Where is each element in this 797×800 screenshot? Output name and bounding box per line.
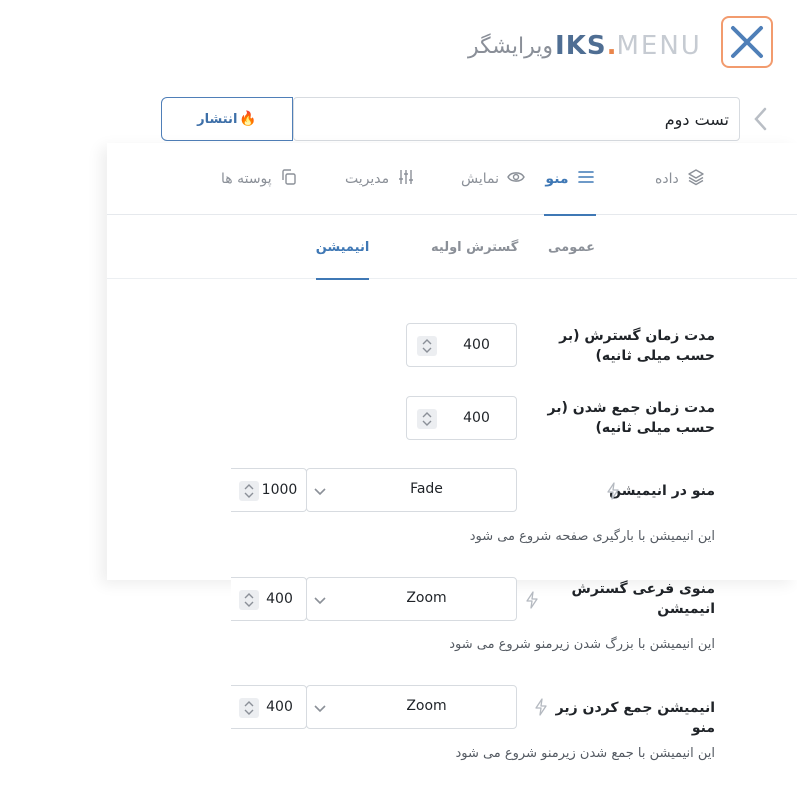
tab-label: داده <box>655 171 679 187</box>
submenu-collapse-duration-value: 400 <box>266 699 293 715</box>
collapse-duration-input[interactable]: 400 <box>406 396 517 440</box>
submenu-expand-help: این انیمیشن با بزرگ شدن زیرمنو شروع می ش… <box>449 637 715 652</box>
bolt-icon <box>605 482 621 500</box>
tab-label: منو <box>545 171 569 187</box>
submenu-collapse-duration[interactable]: 400 <box>231 685 307 729</box>
spinner-icon[interactable] <box>239 590 259 610</box>
publish-button[interactable]: 🔥 انتشار <box>161 97 293 141</box>
submenu-expand-duration[interactable]: 400 <box>231 577 307 621</box>
brand-iks: IKS <box>555 31 607 61</box>
chevron-down-icon <box>313 592 327 611</box>
submenu-expand-duration-value: 400 <box>266 591 293 607</box>
tab-label: نمایش <box>461 171 500 187</box>
submenu-expand-label: منوی فرعی گسترش انیمیشن <box>571 581 715 617</box>
fire-icon: 🔥 <box>239 111 257 127</box>
menu-animation-help: این انیمیشن با بارگیری صفحه شروع می شود <box>469 529 715 544</box>
submenu-collapse-label: انیمیشن جمع کردن زیر منو <box>555 700 715 736</box>
eye-icon <box>507 168 525 190</box>
main-tabs: داده منو نمایش مدیریت پوسته ها <box>107 143 797 216</box>
expand-duration-value: 400 <box>463 337 490 353</box>
menu-animation-label: منو در انیمیشن <box>609 483 715 499</box>
collapse-duration-value: 400 <box>463 410 490 426</box>
menu-lines-icon <box>577 168 595 190</box>
brand-prefix: ویرایشگر <box>468 33 554 59</box>
submenu-expand-value: Zoom <box>406 590 447 606</box>
menu-animation-value: Fade <box>410 481 443 497</box>
expand-duration-label: مدت زمان گسترش (بر حسب میلی ثانیه) <box>559 328 715 364</box>
spinner-icon[interactable] <box>239 698 259 718</box>
submenu-collapse-value: Zoom <box>406 698 447 714</box>
brand-menu: MENU <box>616 31 702 61</box>
expand-duration-input[interactable]: 400 <box>406 323 517 367</box>
tab-label: پوسته ها <box>221 171 272 187</box>
brand-title: ویرایشگر IKS . MENU <box>468 28 702 64</box>
subtab-general[interactable]: عمومی <box>548 215 595 279</box>
collapse-duration-label: مدت زمان جمع شدن (بر حسب میلی ثانیه) <box>547 400 715 436</box>
copy-icon <box>280 168 298 190</box>
back-chevron-icon[interactable] <box>750 106 772 132</box>
sub-tabs: عمومی گسترش اولیه انیمیشن <box>107 215 797 280</box>
spinner-icon[interactable] <box>417 409 437 429</box>
tab-menu[interactable]: منو <box>544 143 596 216</box>
publish-label: انتشار <box>197 111 238 127</box>
subtab-animation[interactable]: انیمیشن <box>315 215 370 280</box>
submenu-expand-select[interactable]: Zoom <box>306 577 517 621</box>
menu-animation-duration-value: 1000 <box>261 482 298 498</box>
tab-data[interactable]: داده <box>655 143 705 215</box>
menu-animation-duration[interactable]: 1000 <box>231 468 307 512</box>
menu-title-input[interactable] <box>293 97 740 141</box>
bolt-icon <box>524 591 540 609</box>
submenu-collapse-help: این انیمیشن با جمع شدن زیرمنو شروع می شو… <box>455 746 715 761</box>
logo <box>721 16 773 68</box>
tab-management[interactable]: مدیریت <box>345 143 415 215</box>
chevron-down-icon <box>313 700 327 719</box>
sliders-icon <box>397 168 415 190</box>
tab-skins[interactable]: پوسته ها <box>221 143 298 215</box>
tab-display[interactable]: نمایش <box>461 143 525 215</box>
menu-animation-select[interactable]: Fade <box>306 468 517 512</box>
layers-icon <box>687 168 705 190</box>
bolt-icon <box>533 698 549 716</box>
subtab-label: انیمیشن <box>315 239 370 255</box>
x-logo-icon <box>731 26 763 58</box>
submenu-collapse-select[interactable]: Zoom <box>306 685 517 729</box>
spinner-icon[interactable] <box>239 481 259 501</box>
brand-dot: . <box>606 31 617 61</box>
spinner-icon[interactable] <box>417 336 437 356</box>
chevron-down-icon <box>313 483 327 502</box>
tab-label: مدیریت <box>345 171 390 187</box>
subtab-initial-expand[interactable]: گسترش اولیه <box>431 215 518 279</box>
active-subtab-underline <box>316 278 369 280</box>
